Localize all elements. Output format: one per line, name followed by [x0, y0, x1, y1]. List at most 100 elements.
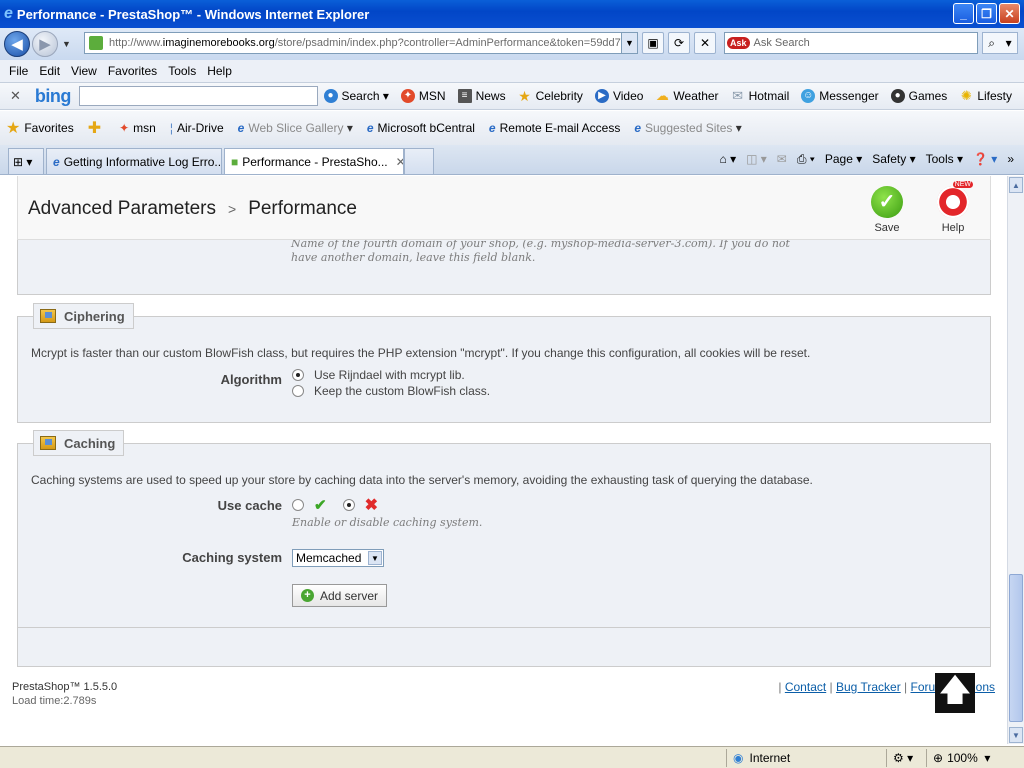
safety-menu[interactable]: Safety ▾ [872, 152, 915, 166]
bing-search-button[interactable]: ● Search ▾ [323, 89, 389, 103]
suggested-sites-icon: e [634, 121, 641, 135]
vertical-scrollbar[interactable]: ▲ ▼ [1007, 176, 1024, 744]
scroll-thumb[interactable] [1009, 574, 1023, 722]
favorite-web-slice-gallery[interactable]: e Web Slice Gallery ▾ [238, 121, 353, 135]
bing-celebrity-button[interactable]: ★ Celebrity [518, 89, 583, 103]
msn-butterfly-icon: ✦ [400, 89, 415, 103]
search-placeholder: Ask Search [753, 37, 810, 49]
help-button[interactable]: NEW Help [928, 181, 978, 234]
restore-button[interactable]: ❐ [976, 3, 997, 24]
search-input[interactable]: Ask Ask Search [724, 32, 978, 54]
close-window-button[interactable]: ✕ [999, 3, 1020, 24]
use-cache-switch: ✔ ✖ [292, 495, 378, 515]
tab-log-errors[interactable]: e Getting Informative Log Erro... [46, 148, 222, 174]
new-badge: NEW [952, 181, 973, 188]
bing-search-input[interactable] [78, 86, 318, 106]
quick-tabs-button[interactable]: ⊞ ▾ [8, 148, 44, 174]
bing-news-button[interactable]: ≡ News [457, 89, 506, 103]
back-button[interactable]: ◀ [4, 31, 30, 57]
search-icon: ⌕ [988, 35, 996, 50]
add-server-button[interactable]: + Add server [292, 584, 388, 607]
minimize-button[interactable]: _ [953, 3, 974, 24]
air-drive-icon: ¦ [169, 121, 173, 135]
scroll-up-icon[interactable]: ▲ [1009, 177, 1023, 193]
favorite-msn[interactable]: ✦ msn [119, 121, 156, 135]
msn-icon: ✦ [119, 121, 130, 135]
bing-weather-button[interactable]: ☁ Weather [655, 89, 719, 104]
overflow-icon[interactable]: » [1007, 152, 1014, 166]
ie-page-icon: e [53, 154, 60, 169]
caching-description: Caching systems are used to speed up you… [31, 473, 813, 487]
search-options-icon[interactable]: ▾ [1006, 36, 1012, 50]
add-favorite-button[interactable]: ✚ [88, 118, 105, 138]
favorite-microsoft-bcentral[interactable]: e Microsoft bCentral [367, 121, 475, 135]
caching-system-select[interactable]: Memcached ▼ [292, 549, 384, 567]
page-menu[interactable]: Page ▾ [825, 152, 862, 166]
footer-link-contact[interactable]: Contact [785, 680, 826, 694]
option-blowfish[interactable]: Keep the custom BlowFish class. [292, 384, 490, 398]
footer-loadtime: Load time:2.789s [12, 695, 97, 707]
window-titlebar: e Performance - PrestaShop™ - Windows In… [0, 0, 1024, 28]
prestashop-tab-icon: ■ [231, 154, 239, 169]
tools-menu[interactable]: Tools ▾ [926, 152, 963, 166]
refresh-icon[interactable]: ⟳ [668, 32, 690, 54]
globe-icon: ● [323, 89, 338, 103]
breadcrumb-separator-icon: > [228, 201, 237, 217]
protected-mode-icon[interactable]: ⚙ ▾ [886, 748, 926, 767]
print-icon[interactable]: ⎙ ▾ [797, 152, 815, 167]
blowfish-radio[interactable] [292, 385, 304, 397]
page-title: Performance [248, 198, 357, 219]
rijndael-radio[interactable] [292, 369, 304, 381]
menu-file[interactable]: File [9, 64, 28, 78]
site-icon [89, 36, 103, 50]
home-icon[interactable]: ⌂ ▾ [719, 152, 736, 166]
arrow-up-icon: 🡅 [939, 673, 971, 707]
use-cache-no-radio[interactable] [342, 499, 355, 511]
scroll-to-top-button[interactable]: 🡅 [935, 673, 975, 713]
menu-tools[interactable]: Tools [168, 64, 196, 78]
bing-messenger-button[interactable]: ☺ Messenger [801, 89, 879, 103]
bing-video-button[interactable]: ▶ Video [594, 89, 643, 103]
bing-lifestyle-button[interactable]: ✺ Lifesty [959, 89, 1012, 104]
security-zone[interactable]: ◉ Internet [726, 748, 886, 767]
favorites-bar: ★ Favorites ✚ ✦ msn ¦ Air-Drive e Web Slice … [0, 111, 1024, 145]
menu-edit[interactable]: Edit [39, 64, 60, 78]
footer-link-bug-tracker[interactable]: Bug Tracker [836, 680, 901, 694]
zoom-control[interactable]: ⊕ 100% ▾ [926, 748, 1022, 767]
address-bar[interactable]: http://www. imaginemorebooks.org/store/ps… [84, 32, 638, 54]
favorites-button[interactable]: ★ Favorites [6, 118, 74, 138]
messenger-icon: ☺ [801, 89, 816, 103]
favorite-air-drive[interactable]: ¦ Air-Drive [170, 121, 224, 135]
settings-panel-icon [40, 436, 56, 450]
scroll-down-icon[interactable]: ▼ [1009, 727, 1023, 743]
menu-help[interactable]: Help [207, 64, 232, 78]
feeds-icon[interactable]: ◫ ▾ [746, 152, 767, 166]
help-menu-icon[interactable]: ❓ ▾ [973, 152, 997, 166]
bing-games-button[interactable]: ● Games [890, 89, 947, 103]
menu-favorites[interactable]: Favorites [108, 64, 157, 78]
read-mail-icon[interactable]: ✉ [777, 152, 787, 166]
stop-icon[interactable]: ✕ [694, 32, 716, 54]
compatibility-view-icon[interactable]: ▣ [642, 32, 664, 54]
bing-logo: bing [34, 85, 72, 106]
history-dropdown-icon[interactable]: ▼ [62, 39, 71, 49]
new-tab-button[interactable] [404, 148, 434, 174]
search-go-button[interactable]: ⌕ ▾ [982, 32, 1018, 54]
forward-button[interactable]: ▶ [32, 31, 58, 57]
bing-msn-button[interactable]: ✦ MSN [400, 89, 446, 103]
save-button[interactable]: ✓ Save [862, 186, 912, 234]
games-icon: ● [890, 89, 905, 103]
menu-view[interactable]: View [71, 64, 97, 78]
use-cache-yes-radio[interactable] [292, 499, 304, 511]
address-path: /store/psadmin/index.php?controller=Admi… [274, 37, 621, 49]
close-toolbar-icon[interactable]: ✕ [10, 88, 21, 104]
tab-performance[interactable]: ■Performance - PrestaSho...✕ [224, 148, 404, 174]
favorite-suggested-sites[interactable]: e Suggested Sites ▾ [634, 121, 741, 135]
favorite-remote-email[interactable]: e Remote E-mail Access [489, 121, 620, 135]
status-bar: ◉ Internet ⚙ ▾ ⊕ 100% ▾ [0, 746, 1024, 768]
option-rijndael[interactable]: Use Rijndael with mcrypt lib. [292, 368, 465, 382]
close-tab-icon[interactable]: ✕ [396, 155, 403, 169]
breadcrumb-parent[interactable]: Advanced Parameters [28, 198, 216, 219]
address-dropdown-icon[interactable]: ▼ [621, 33, 637, 53]
bing-hotmail-button[interactable]: ✉ Hotmail [731, 89, 789, 104]
